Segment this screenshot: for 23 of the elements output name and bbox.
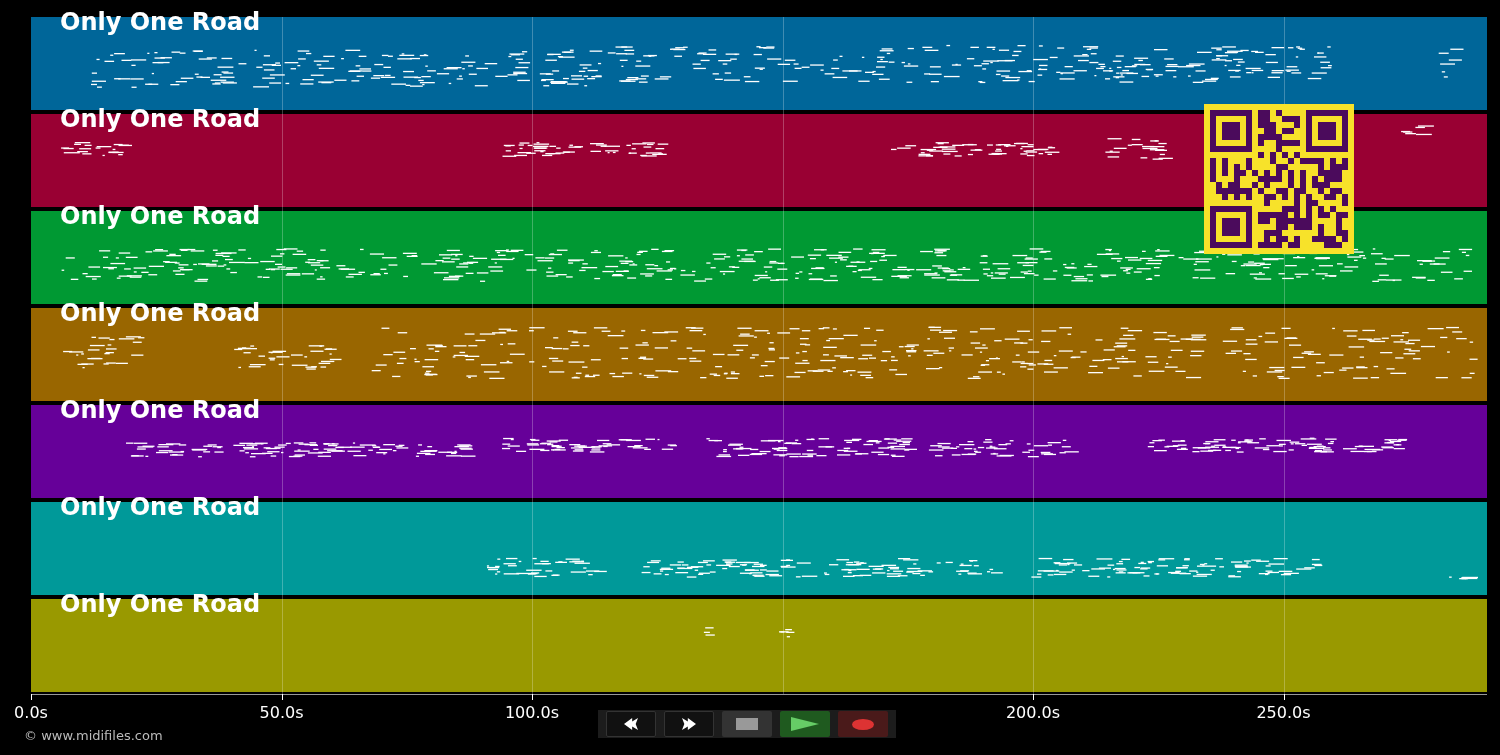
- track-title: Only One Road: [60, 396, 261, 424]
- time-tick-label: 200.0s: [1005, 703, 1061, 723]
- rewind-button[interactable]: [606, 711, 656, 737]
- stop-button[interactable]: [722, 711, 772, 737]
- track-title: Only One Road: [60, 299, 261, 327]
- time-tick-label: 50.0s: [259, 703, 304, 723]
- record-button[interactable]: [838, 711, 888, 737]
- track-title: Only One Road: [60, 493, 261, 521]
- play-button[interactable]: [780, 711, 830, 737]
- play-icon: [791, 717, 819, 731]
- fast-forward-icon: [682, 718, 696, 730]
- time-tick-label: 0.0s: [14, 703, 48, 723]
- record-icon: [852, 718, 874, 730]
- track-title: Only One Road: [60, 590, 261, 618]
- fast-forward-button[interactable]: [664, 711, 714, 737]
- track-title: Only One Road: [60, 8, 261, 36]
- stop-icon: [736, 718, 758, 730]
- rewind-icon: [624, 718, 638, 730]
- time-tick-label: 250.0s: [1256, 703, 1311, 723]
- copyright-text: © www.midifiles.com: [24, 727, 163, 745]
- track-title: Only One Road: [60, 105, 261, 133]
- track-title: Only One Road: [60, 202, 261, 230]
- time-tick-label: 100.0s: [504, 703, 560, 723]
